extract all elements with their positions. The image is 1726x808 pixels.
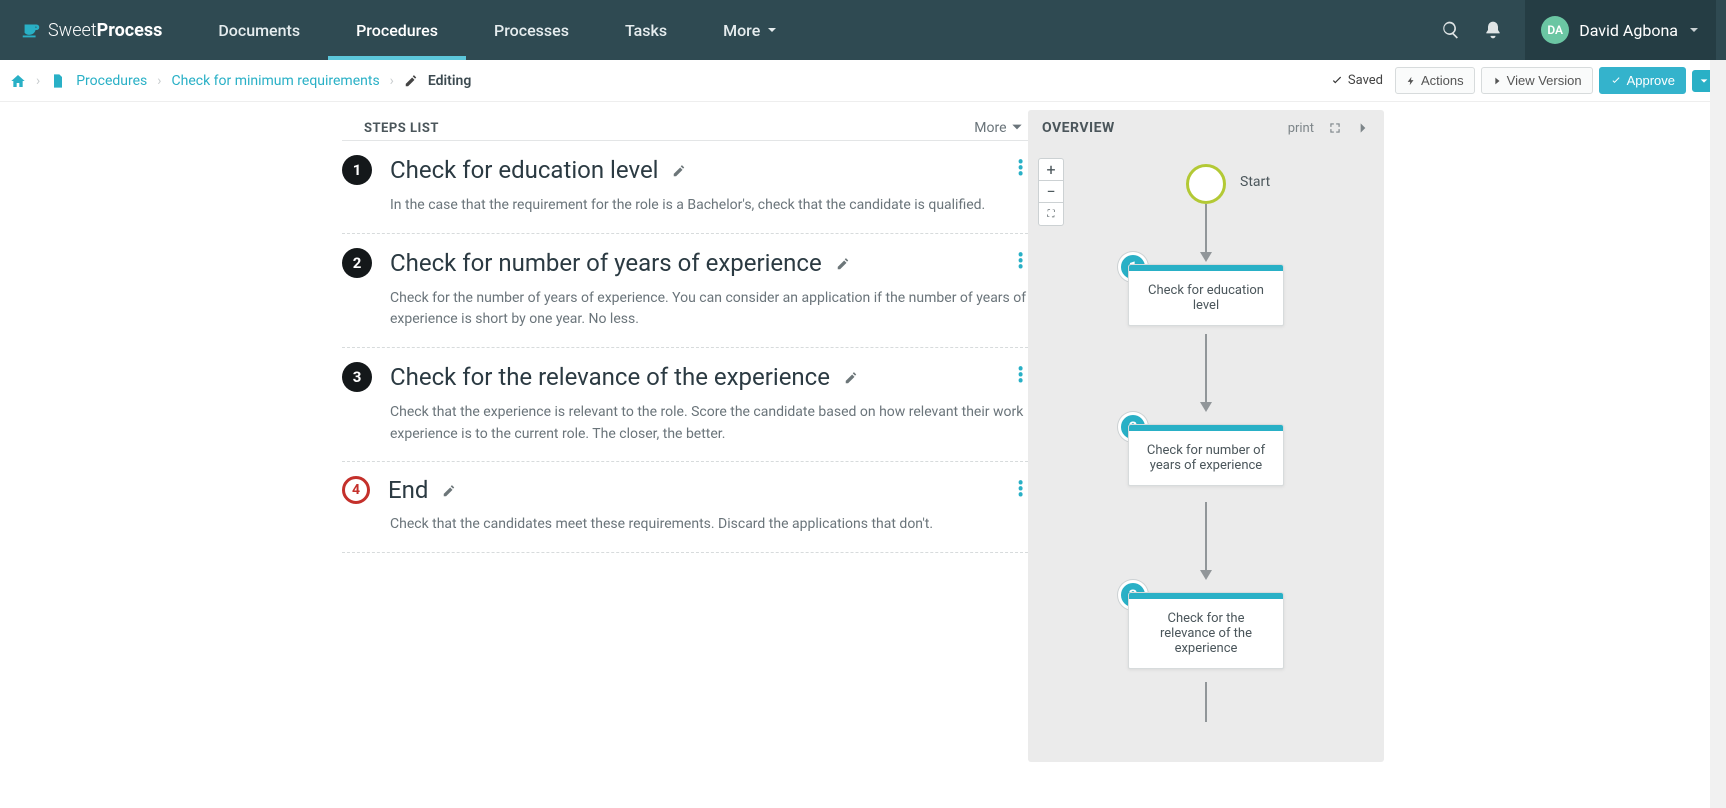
step-item: 2 Check for number of years of experienc… xyxy=(342,234,1028,348)
steps-list-title: STEPS LIST xyxy=(364,121,439,136)
step-item: 4 End Check that the candidates meet the… xyxy=(342,462,1028,553)
step-title[interactable]: End xyxy=(388,476,456,504)
chevron-down-icon xyxy=(1699,76,1709,86)
user-menu[interactable]: DA David Agbona xyxy=(1525,0,1716,60)
pencil-icon[interactable] xyxy=(844,371,858,385)
pencil-icon[interactable] xyxy=(672,164,686,178)
saved-indicator: Saved xyxy=(1330,73,1389,88)
overview-title: OVERVIEW xyxy=(1042,120,1115,136)
step-item: 3 Check for the relevance of the experie… xyxy=(342,348,1028,462)
nav-processes[interactable]: Processes xyxy=(466,0,597,60)
approve-button[interactable]: Approve xyxy=(1599,67,1686,94)
step-title[interactable]: Check for education level xyxy=(390,156,686,184)
cup-icon xyxy=(20,19,42,41)
step-title[interactable]: Check for number of years of experience xyxy=(390,249,850,277)
search-icon[interactable] xyxy=(1441,20,1461,40)
pencil-icon xyxy=(404,74,418,88)
step-kebab-menu[interactable]: ••• xyxy=(1017,480,1024,498)
pencil-icon[interactable] xyxy=(442,484,456,498)
brand-logo[interactable]: SweetProcess xyxy=(20,19,190,41)
flow-node[interactable]: Check for the relevance of the experienc… xyxy=(1128,592,1284,669)
step-description: In the case that the requirement for the… xyxy=(390,195,1028,217)
overview-panel: OVERVIEW print + − ⛶ Start 1 Check for e… xyxy=(1028,110,1384,762)
step-kebab-menu[interactable]: ••• xyxy=(1017,159,1024,177)
view-version-button[interactable]: View Version xyxy=(1481,67,1593,94)
step-description: Check for the number of years of experie… xyxy=(390,288,1028,331)
crumb-procedure-name[interactable]: Check for minimum requirements xyxy=(172,73,380,89)
flowchart[interactable]: Start 1 Check for education level 2 Chec… xyxy=(1028,142,1384,752)
step-number-end: 4 xyxy=(342,476,370,504)
avatar: DA xyxy=(1541,16,1569,44)
flow-node[interactable]: Check for education level xyxy=(1128,264,1284,326)
scrollbar[interactable] xyxy=(1710,60,1726,808)
chevron-down-icon xyxy=(766,24,778,36)
check-icon xyxy=(1610,75,1622,87)
step-item: 1 Check for education level In the case … xyxy=(342,141,1028,234)
step-title[interactable]: Check for the relevance of the experienc… xyxy=(390,363,858,391)
steps-more-menu[interactable]: More xyxy=(974,120,1024,136)
step-kebab-menu[interactable]: ••• xyxy=(1017,366,1024,384)
step-description: Check that the candidates meet these req… xyxy=(390,514,1028,536)
caret-right-icon xyxy=(1492,76,1502,86)
step-kebab-menu[interactable]: ••• xyxy=(1017,252,1024,270)
expand-icon[interactable] xyxy=(1328,121,1342,135)
start-node xyxy=(1186,164,1226,204)
step-number: 1 xyxy=(342,155,372,185)
flow-node[interactable]: Check for number of years of experience xyxy=(1128,424,1284,486)
start-label: Start xyxy=(1240,174,1270,190)
breadcrumb-bar: › Procedures › Check for minimum require… xyxy=(0,60,1726,102)
step-number: 2 xyxy=(342,248,372,278)
chevron-right-icon[interactable] xyxy=(1356,121,1370,135)
nav-more[interactable]: More xyxy=(695,0,806,60)
home-icon[interactable] xyxy=(10,73,26,89)
bolt-icon xyxy=(1406,74,1416,88)
user-name: David Agbona xyxy=(1579,21,1678,40)
step-number: 3 xyxy=(342,362,372,392)
crumb-editing: Editing xyxy=(428,73,471,89)
print-link[interactable]: print xyxy=(1288,121,1314,136)
nav-procedures[interactable]: Procedures xyxy=(328,0,466,60)
chevron-down-icon xyxy=(1010,120,1024,134)
nav-documents[interactable]: Documents xyxy=(190,0,328,60)
crumb-procedures[interactable]: Procedures xyxy=(76,73,147,89)
chevron-down-icon xyxy=(1688,24,1700,36)
check-icon xyxy=(1330,74,1344,88)
step-description: Check that the experience is relevant to… xyxy=(390,402,1028,445)
file-icon xyxy=(50,73,66,89)
top-nav: SweetProcess Documents Procedures Proces… xyxy=(0,0,1726,60)
pencil-icon[interactable] xyxy=(836,257,850,271)
actions-button[interactable]: Actions xyxy=(1395,67,1475,94)
bell-icon[interactable] xyxy=(1483,20,1503,40)
nav-tasks[interactable]: Tasks xyxy=(597,0,695,60)
